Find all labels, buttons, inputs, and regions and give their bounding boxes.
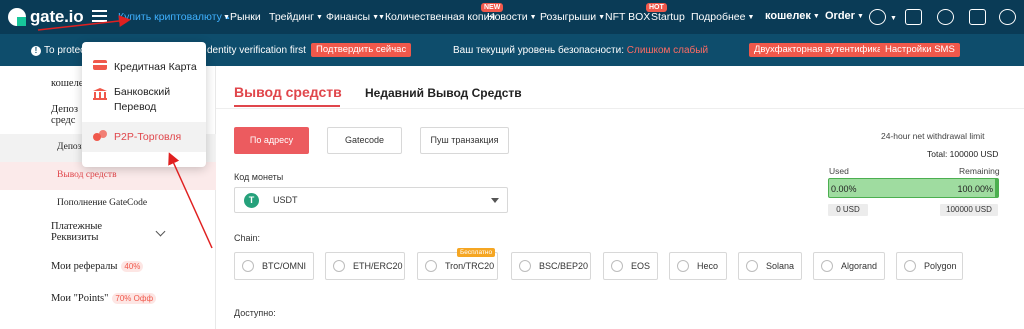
nav-buy-crypto[interactable]: Купить криптовалюту ▲ [118,11,231,23]
dropdown-item-p2p-trading[interactable]: P2P-Торговля [82,122,206,152]
chain-option-solana[interactable]: Solana [738,252,802,280]
store-icon[interactable] [905,9,922,25]
tabs-divider [216,108,1024,109]
free-badge: Бесплатно [457,248,496,257]
chain-option-algorand[interactable]: Algorand [813,252,885,280]
user-avatar-icon[interactable] [869,9,886,25]
bank-icon [93,88,107,100]
caret-down-icon: ▼ [378,14,385,21]
chain-option-polygon[interactable]: Polygon [896,252,963,280]
tab-withdraw[interactable]: Вывод средств [234,84,342,100]
chain-option-btc-omni[interactable]: BTC/OMNI [234,252,314,280]
sidebar-item-wallet[interactable]: кошеле [51,78,83,89]
method-push-transaction-button[interactable]: Пуш транзакция [420,127,509,154]
limit-remaining-percent: 100.00% [957,184,993,194]
nav-nft-box[interactable]: NFT BOX [605,11,650,23]
caret-down-icon: ▼ [812,13,820,20]
caret-down-icon: ▼ [316,14,323,21]
nav-wallet[interactable]: кошелек ▼ [765,10,820,22]
limit-total: Total: 100000 USD [927,149,999,159]
verify-now-button[interactable]: Подтвердить сейчас [311,43,412,57]
top-navigation: gate.io Купить криптовалюту ▲ ▼Рынки Трей… [0,0,1024,34]
method-by-address-button[interactable]: По адресу [234,127,309,154]
sidebar-item-payment[interactable]: Платежные Реквизиты [51,221,102,243]
credit-card-icon [93,60,107,70]
caret-down-icon: ▼ [529,14,537,21]
coin-select[interactable]: T USDT [234,187,508,213]
sidebar-item-points[interactable]: Мои "Points" 70% Офф [51,293,157,304]
available-label: Доступно: [234,308,276,318]
nav-finance[interactable]: Финансы ▼ [326,11,379,23]
radio-icon [821,260,833,272]
referrals-badge: 40% [121,261,144,272]
caret-down-icon: ▼ [223,14,230,21]
chevron-down-icon[interactable] [155,226,166,237]
points-badge: 70% Офф [112,293,157,304]
radio-icon [333,260,345,272]
chain-label: Chain: [234,233,261,243]
active-tab-indicator [234,105,340,107]
nav-order[interactable]: Order ▼ [825,10,864,22]
radio-icon [611,260,623,272]
tether-icon: T [244,193,259,208]
chain-option-heco[interactable]: Heco [669,252,727,280]
globe-language-icon[interactable] [999,9,1016,25]
chain-option-eth-erc20[interactable]: ETH/ERC20 [325,252,405,280]
tab-recent-withdrawals[interactable]: Недавний Вывод Средств [365,86,522,100]
nav-more[interactable]: Подробнее ▼ [691,11,754,23]
nav-startup[interactable]: Startup [651,11,685,23]
nav-news[interactable]: Новости ▼ [487,11,537,23]
limit-bar-handle [995,179,998,197]
radio-icon [242,260,254,272]
limit-title: 24-hour net withdrawal limit [881,131,985,141]
chain-option-eos[interactable]: EOS [603,252,658,280]
limit-used-percent: 0.00% [831,184,857,194]
download-app-icon[interactable] [969,9,986,25]
method-gatecode-button[interactable]: Gatecode [327,127,402,154]
limit-remaining-amount: 100000 USD [940,204,998,216]
chain-option-bsc-bep20[interactable]: BSC/BEP20 [511,252,591,280]
coin-select-value: USDT [273,195,298,205]
nav-copy-trading[interactable]: ▼Количественная копия [376,11,495,23]
caret-down-icon: ▼ [856,13,864,20]
limit-used-amount: 0 USD [828,204,868,216]
notice-text-suffix: dentity verification first [207,45,306,56]
gate-logo-icon [8,8,26,26]
limit-used-label: Used [829,166,849,176]
security-level-value: Слишком слабый [626,45,709,56]
radio-icon [677,260,689,272]
caret-down-icon: ▼ [890,15,897,22]
buy-crypto-dropdown: Кредитная Карта Банковский Перевод P2P-Т… [82,42,206,167]
sidebar-item-deposit[interactable]: Депоз средс [51,104,78,126]
dropdown-item-credit-card[interactable]: Кредитная Карта [82,52,206,82]
radio-icon [904,260,916,272]
caret-down-icon: ▼ [747,14,755,21]
info-icon: ! [31,46,41,56]
sidebar-item-referrals[interactable]: Мои рефералы 40% [51,261,144,272]
coin-code-label: Код монеты [234,172,284,182]
radio-icon [746,260,758,272]
dropdown-item-bank-transfer[interactable]: Банковский Перевод [82,82,206,120]
security-level-text: Ваш текущий уровень безопасности: Слишко… [453,45,709,56]
support-headset-icon[interactable] [937,9,954,25]
nav-trading[interactable]: Трейдинг ▼ [269,11,323,23]
gate-logo[interactable]: gate.io [8,6,84,28]
hamburger-menu-icon[interactable] [92,10,107,22]
radio-icon [519,260,531,272]
sms-settings-button[interactable]: Настройки SMS [880,43,960,57]
limit-remaining-label: Remaining [959,166,1000,176]
p2p-icon [93,130,107,141]
nav-markets[interactable]: ▼Рынки [221,11,261,23]
brand-name: gate.io [30,7,84,26]
caret-down-icon [491,198,499,203]
limit-progress-bar: 0.00% 100.00% [828,178,999,198]
nav-giveaways[interactable]: Розыгрыши ▼ [540,11,605,23]
sidebar-item-gatecode[interactable]: Пополнение GateCode [0,190,216,218]
radio-icon [425,260,437,272]
